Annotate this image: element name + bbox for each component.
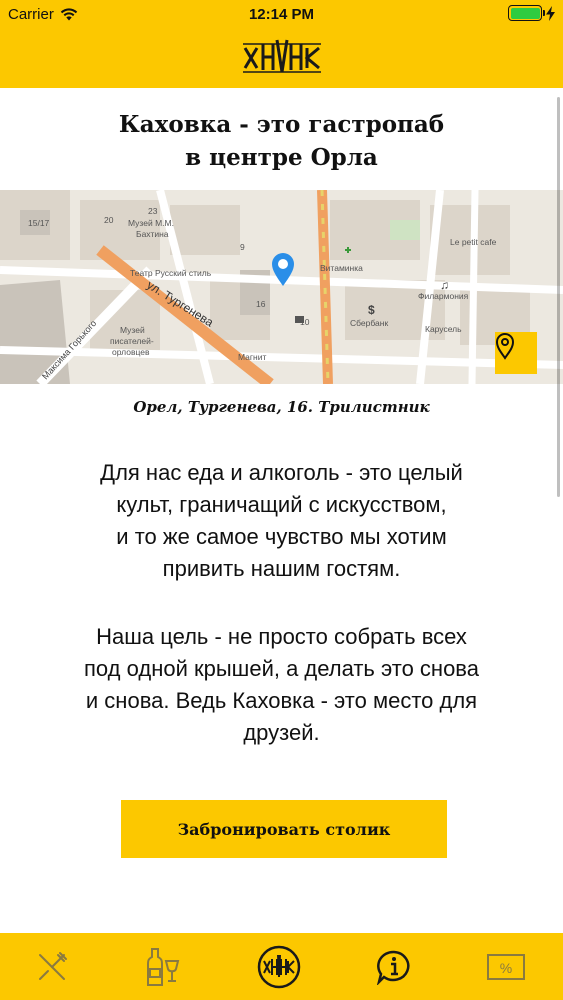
map-label-magnit: Магнит: [238, 352, 266, 362]
fork-knife-icon: [39, 952, 67, 980]
map-label-house-23: 23: [148, 206, 158, 216]
map-canvas[interactable]: Музей М.М. Бахтина Театр Русский стиль В…: [0, 190, 563, 384]
map-label-writers-1: Музей: [120, 325, 145, 335]
open-maps-button[interactable]: [495, 332, 537, 374]
intro-paragraph-1: Для нас еда и алкоголь - это целый культ…: [30, 457, 533, 585]
charging-bolt-icon: [546, 5, 555, 21]
khvk-logo-icon: [257, 945, 301, 989]
para2-line-1: Наша цель - не просто собрать всех: [96, 624, 467, 649]
para1-line-3: и то же самое чувство мы хотим: [116, 524, 447, 549]
map-label-karusel: Карусель: [425, 324, 462, 334]
para1-line-2: культ, граничащий с искусством,: [116, 492, 447, 517]
map-label-museum2: Бахтина: [136, 229, 169, 239]
map-label-writers-2: писателей-: [110, 336, 154, 346]
tab-discounts[interactable]: %: [484, 945, 528, 989]
status-bar: Carrier 12:14 PM: [0, 0, 563, 30]
tab-bar-drinks[interactable]: [140, 945, 184, 989]
map-label-house-20: 20: [104, 215, 114, 225]
map-label-theatre: Театр Русский стиль: [130, 268, 212, 278]
status-time: 12:14 PM: [248, 6, 315, 23]
para1-line-4: привить нашим гостям.: [162, 556, 401, 581]
scroll-indicator[interactable]: [557, 97, 560, 497]
map-label-writers-3: орловцев: [112, 347, 150, 357]
bottle-glass-icon: [147, 948, 180, 986]
khvk-logo-icon: [243, 39, 321, 73]
percent-tag-icon: %: [487, 954, 525, 980]
map-marker-icon: [495, 333, 515, 360]
para1-line-1: Для нас еда и алкоголь - это целый: [100, 460, 463, 485]
map-label-vitaminka: Витаминка: [320, 263, 363, 273]
tab-menu[interactable]: [30, 945, 74, 989]
map-label-sberbank: Сбербанк: [350, 318, 388, 328]
map-label-museum: Музей М.М.: [128, 218, 174, 228]
svg-text:$: $: [368, 303, 375, 317]
app-header: Carrier 12:14 PM: [0, 0, 563, 88]
battery-icon: [508, 5, 545, 21]
page-title: Каховка - это гастропаб в центре Орла: [0, 108, 563, 174]
para2-line-4: друзей.: [243, 720, 320, 745]
map-label-lepetit: Le petit cafe: [450, 237, 497, 247]
info-bubble-icon: [376, 950, 410, 985]
map-label-house-15: 15/17: [28, 218, 50, 228]
svg-text:♫: ♫: [440, 278, 449, 292]
svg-text:%: %: [500, 960, 512, 976]
map-label-house-16: 16: [256, 299, 266, 309]
book-table-button[interactable]: Забронировать столик: [121, 800, 447, 858]
map-label-house-9: 9: [240, 242, 245, 252]
para2-line-2: под одной крышей, а делать это снова: [84, 656, 479, 681]
tab-bar: %: [0, 933, 563, 1000]
address-line: Орел, Тургенева, 16. Трилистник: [133, 398, 430, 416]
para2-line-3: и снова. Ведь Каховка - это место для: [85, 688, 478, 713]
tab-home[interactable]: [257, 945, 301, 989]
intro-paragraph-2: Наша цель - не просто собрать всех под о…: [30, 621, 533, 749]
status-right: [508, 5, 555, 21]
title-line-1: Каховка - это гастропаб: [118, 111, 445, 138]
map-label-philharmonic: Филармония: [418, 291, 469, 301]
tab-info[interactable]: [372, 945, 416, 989]
location-map[interactable]: Музей М.М. Бахтина Театр Русский стиль В…: [0, 190, 563, 384]
title-line-2: в центре Орла: [185, 144, 378, 171]
